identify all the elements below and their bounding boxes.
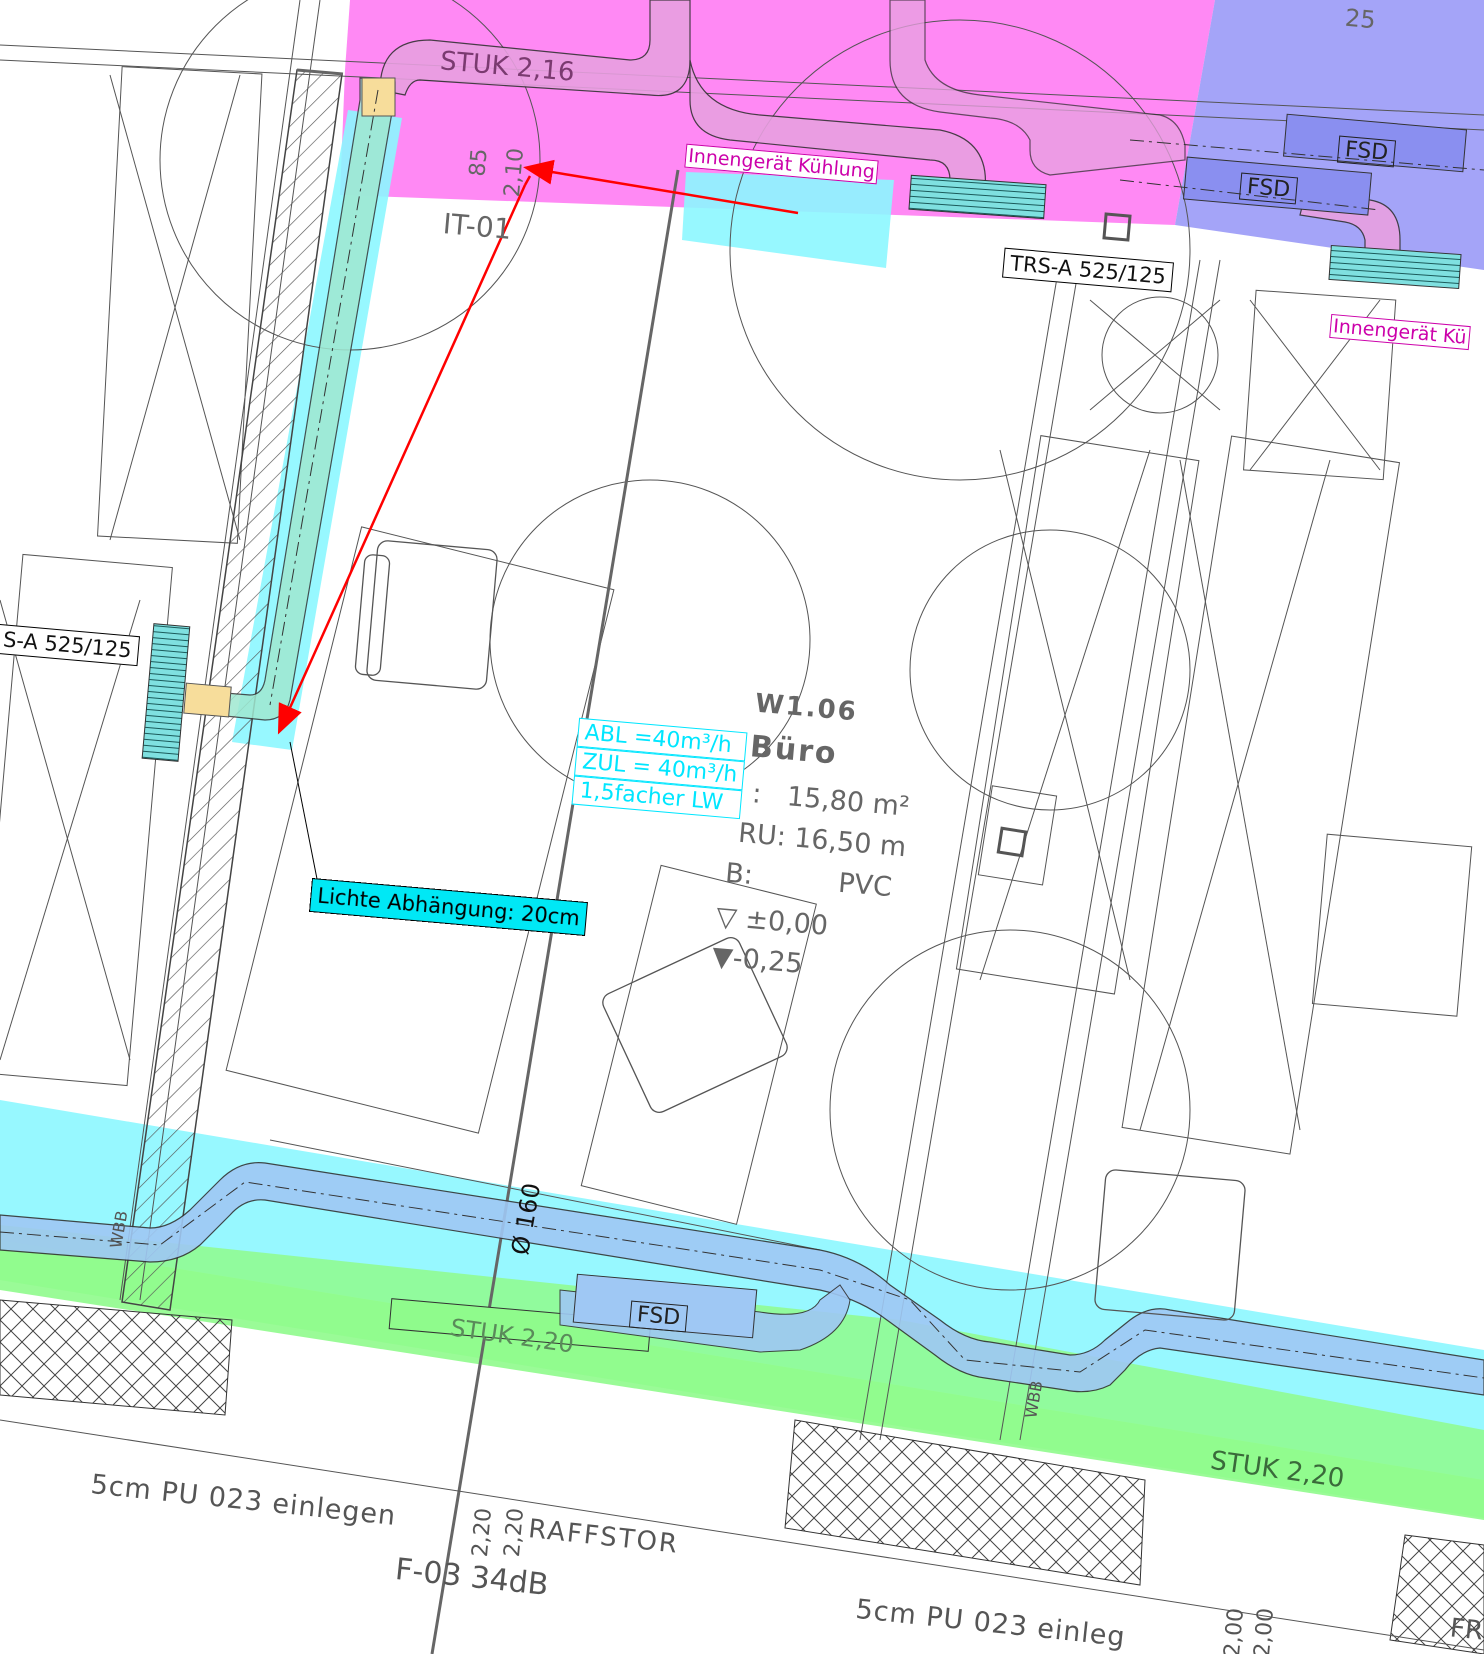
label-fr: FR: [1448, 1613, 1484, 1647]
label-top-right-num: 25: [1343, 3, 1377, 35]
label-fsd-1: FSD: [1336, 135, 1397, 168]
level-triangle-icon: ▽: [714, 901, 747, 935]
room-name: Büro: [748, 729, 839, 772]
airflow-labels: ABL =40m³/h ZUL = 40m³/h 1,5facher LW: [571, 717, 748, 820]
room-level-2-text: -0,25: [731, 942, 804, 980]
label-dim-220-a: 2,20: [467, 1507, 498, 1558]
label-dim-200-a: 2,00: [1219, 1607, 1250, 1654]
label-dim-210: 2,10: [499, 147, 530, 198]
label-it-tag: IT-01: [441, 207, 513, 246]
level-filled-triangle-icon: ▼: [710, 941, 735, 974]
label-dim-220-b: 2,20: [499, 1507, 530, 1558]
label-fsd-3: FSD: [628, 1300, 689, 1333]
floor-plan-canvas: STUK 2,16 85 2,10 IT-01 Innengerät Kühlu…: [0, 0, 1484, 1654]
label-fsd-2: FSD: [1238, 172, 1299, 205]
label-dim-85: 85: [465, 147, 493, 178]
label-dim-200-b: 2,00: [1249, 1607, 1280, 1654]
